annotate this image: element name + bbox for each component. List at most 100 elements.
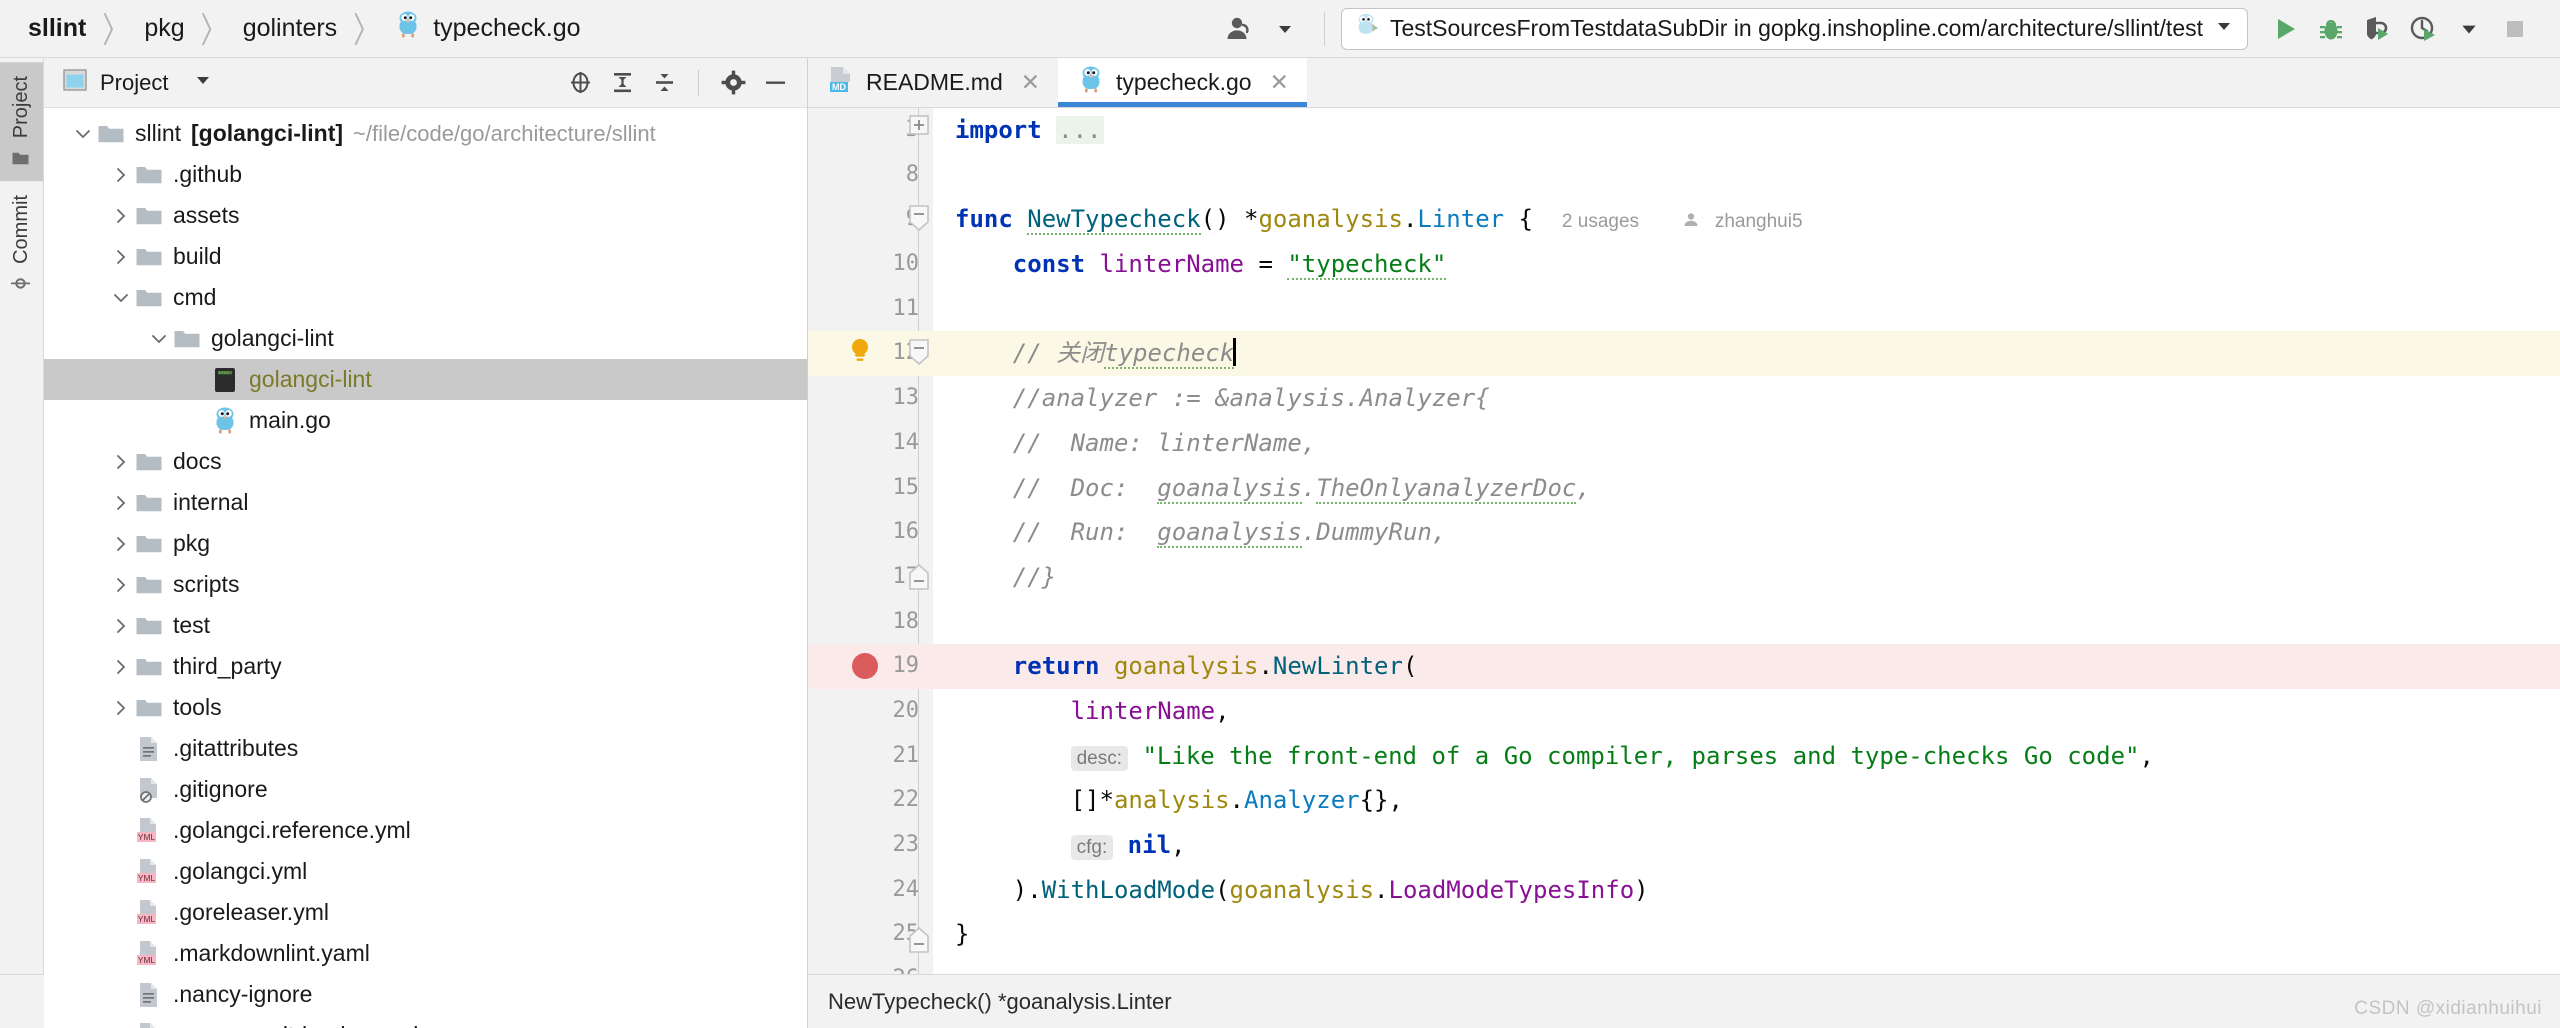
- fold-expand-icon[interactable]: [908, 114, 930, 141]
- tree-item[interactable]: YML .golangci.yml: [44, 851, 807, 892]
- code-line-21[interactable]: desc: "Like the front-end of a Go compil…: [933, 734, 2560, 779]
- tab-readme[interactable]: MD README.md ✕: [808, 58, 1058, 107]
- code-line-26[interactable]: [933, 957, 2560, 974]
- code-editor[interactable]: 3891011121314151617181920212223242526: [808, 108, 2560, 974]
- sidebar-item-commit[interactable]: Commit: [0, 181, 43, 307]
- gutter-row[interactable]: 22: [808, 778, 933, 823]
- code-line-22[interactable]: []*analysis.Analyzer{},: [933, 778, 2560, 823]
- chevron-right-icon[interactable]: [108, 659, 134, 675]
- tree-item[interactable]: test: [44, 605, 807, 646]
- tree-item[interactable]: pkg: [44, 523, 807, 564]
- gutter-row[interactable]: 20: [808, 689, 933, 734]
- gear-icon[interactable]: [715, 65, 751, 101]
- code-line-25[interactable]: }: [933, 912, 2560, 957]
- chevron-right-icon[interactable]: [108, 700, 134, 716]
- code-line-3[interactable]: import ...: [933, 108, 2560, 153]
- chevron-right-icon[interactable]: [108, 249, 134, 265]
- tree-item[interactable]: YML .goreleaser.yml: [44, 892, 807, 933]
- gutter-row[interactable]: 23: [808, 823, 933, 868]
- run-configuration-selector[interactable]: TestSourcesFromTestdataSubDir in gopkg.i…: [1340, 7, 2248, 50]
- gutter-row[interactable]: 18: [808, 600, 933, 645]
- close-icon[interactable]: ✕: [1021, 69, 1040, 96]
- code-line-11[interactable]: [933, 287, 2560, 332]
- code-line-15[interactable]: // Doc: goanalysis.TheOnlyanalyzerDoc,: [933, 466, 2560, 511]
- code-line-23[interactable]: cfg: nil,: [933, 823, 2560, 868]
- gutter-row[interactable]: 16: [808, 510, 933, 555]
- gutter-row[interactable]: 21: [808, 734, 933, 779]
- collapse-all-button[interactable]: [646, 65, 682, 101]
- chevron-right-icon[interactable]: [108, 208, 134, 224]
- gutter-row[interactable]: 11: [808, 287, 933, 332]
- code-line-10[interactable]: const linterName = "typecheck": [933, 242, 2560, 287]
- tree-item[interactable]: YML .markdownlint.yaml: [44, 933, 807, 974]
- code-line-17[interactable]: //}: [933, 555, 2560, 600]
- chevron-down-icon[interactable]: [194, 71, 212, 94]
- tree-item[interactable]: YML .pre-commit-hooks.yaml: [44, 1015, 807, 1028]
- breadcrumb-item-project[interactable]: sllint: [28, 14, 86, 43]
- stop-button[interactable]: [2492, 6, 2538, 52]
- expand-all-button[interactable]: [604, 65, 640, 101]
- debug-button[interactable]: [2308, 6, 2354, 52]
- minimize-icon[interactable]: [757, 65, 793, 101]
- tree-item[interactable]: build: [44, 236, 807, 277]
- intention-bulb-icon[interactable]: [846, 336, 874, 371]
- status-breadcrumb[interactable]: NewTypecheck() *goanalysis.Linter: [828, 989, 1172, 1015]
- tab-typecheck[interactable]: typecheck.go ✕: [1058, 58, 1307, 107]
- tree-item[interactable]: cmd: [44, 277, 807, 318]
- gutter-row[interactable]: 15: [808, 466, 933, 511]
- run-button[interactable]: [2262, 6, 2308, 52]
- gutter-row[interactable]: 14: [808, 421, 933, 466]
- profile-button[interactable]: [2400, 6, 2446, 52]
- account-caret-icon[interactable]: [1262, 6, 1308, 52]
- code-line-13[interactable]: //analyzer := &analysis.Analyzer{: [933, 376, 2560, 421]
- tree-item[interactable]: golangci-lint: [44, 318, 807, 359]
- code-line-8[interactable]: [933, 153, 2560, 198]
- chevron-down-icon[interactable]: [2215, 17, 2233, 40]
- tree-item[interactable]: internal: [44, 482, 807, 523]
- tree-item[interactable]: .github: [44, 154, 807, 195]
- tree-item[interactable]: tools: [44, 687, 807, 728]
- tree-item[interactable]: third_party: [44, 646, 807, 687]
- gutter-row[interactable]: 13: [808, 376, 933, 421]
- chevron-right-icon[interactable]: [108, 167, 134, 183]
- code-line-14[interactable]: // Name: linterName,: [933, 421, 2560, 466]
- breadcrumb-item-file[interactable]: typecheck.go: [395, 10, 581, 47]
- project-tree[interactable]: sllint [golangci-lint] ~/file/code/go/arch…: [44, 108, 807, 1028]
- tree-item[interactable]: golangci-lint: [44, 359, 807, 400]
- code-line-20[interactable]: linterName,: [933, 689, 2560, 734]
- code-line-9[interactable]: func NewTypecheck() *goanalysis.Linter {…: [933, 197, 2560, 242]
- breadcrumb-item-golinters[interactable]: golinters: [243, 14, 338, 43]
- gutter-row[interactable]: 24: [808, 868, 933, 913]
- chevron-right-icon[interactable]: [108, 618, 134, 634]
- fold-collapse-icon[interactable]: [908, 563, 930, 596]
- fold-collapse-icon[interactable]: [908, 338, 930, 371]
- chevron-right-icon[interactable]: [108, 577, 134, 593]
- tree-item[interactable]: docs: [44, 441, 807, 482]
- account-button[interactable]: [1216, 6, 1262, 52]
- tree-item[interactable]: .nancy-ignore: [44, 974, 807, 1015]
- breakpoint-icon[interactable]: [852, 653, 878, 679]
- tree-item[interactable]: YML .golangci.reference.yml: [44, 810, 807, 851]
- breadcrumb-item-pkg[interactable]: pkg: [144, 14, 184, 43]
- code-line-18[interactable]: [933, 600, 2560, 645]
- code-line-16[interactable]: // Run: goanalysis.DummyRun,: [933, 510, 2560, 555]
- code-line-24[interactable]: ).WithLoadMode(goanalysis.LoadModeTypesI…: [933, 868, 2560, 913]
- inlay-author[interactable]: zhanghui5: [1715, 211, 1803, 232]
- sidebar-item-project[interactable]: Project: [0, 62, 43, 182]
- fold-collapse-icon[interactable]: [908, 204, 930, 237]
- gutter-row[interactable]: 26: [808, 957, 933, 974]
- more-run-options-button[interactable]: [2446, 6, 2492, 52]
- select-opened-file-button[interactable]: [562, 65, 598, 101]
- chevron-right-icon[interactable]: [108, 495, 134, 511]
- editor-gutter[interactable]: 3891011121314151617181920212223242526: [808, 108, 933, 974]
- gutter-row[interactable]: 8: [808, 153, 933, 198]
- run-with-coverage-button[interactable]: [2354, 6, 2400, 52]
- code-lines[interactable]: import ... func NewTypecheck() *goanalys…: [933, 108, 2560, 974]
- chevron-right-icon[interactable]: [108, 454, 134, 470]
- gutter-row[interactable]: 10: [808, 242, 933, 287]
- code-line-12[interactable]: // 关闭typecheck: [933, 331, 2560, 377]
- fold-collapse-icon[interactable]: [908, 926, 930, 959]
- code-line-19[interactable]: return goanalysis.NewLinter(: [933, 644, 2560, 689]
- chevron-down-icon[interactable]: [146, 331, 172, 347]
- tree-item[interactable]: sllint [golangci-lint] ~/file/code/go/arch…: [44, 113, 807, 154]
